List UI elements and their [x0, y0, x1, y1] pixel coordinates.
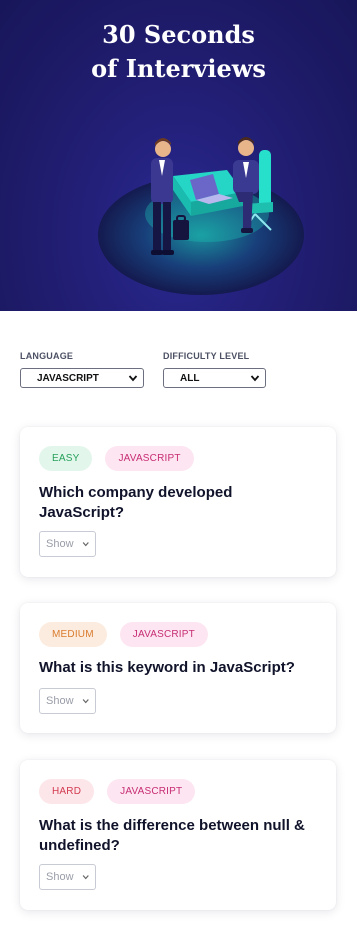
interview-illustration — [98, 137, 304, 295]
show-answer-label: Show — [46, 871, 74, 883]
difficulty-badge: MEDIUM — [39, 622, 107, 647]
page-title: 30 Seconds of Interviews — [0, 18, 357, 86]
show-answer-label: Show — [46, 695, 74, 707]
show-answer-button[interactable]: Show — [39, 531, 96, 557]
language-select-value: JAVASCRIPT — [37, 372, 99, 384]
title-line-2: of Interviews — [91, 54, 266, 83]
chevron-down-icon — [82, 875, 89, 880]
chevron-down-icon — [82, 699, 89, 704]
difficulty-filter-label: DIFFICULTY LEVEL — [163, 351, 250, 361]
difficulty-badge: HARD — [39, 779, 95, 804]
difficulty-select-value: ALL — [180, 372, 200, 384]
language-filter-label: LANGUAGE — [20, 351, 74, 361]
hero-banner: 30 Seconds of Interviews — [0, 0, 357, 311]
card-tags: MEDIUM JAVASCRIPT — [39, 622, 208, 647]
question-card: HARD JAVASCRIPT What is the difference b… — [20, 760, 336, 910]
show-answer-label: Show — [46, 538, 74, 550]
chevron-down-icon — [128, 375, 138, 382]
difficulty-filter: DIFFICULTY LEVEL ALL — [163, 349, 266, 388]
question-text: What is this keyword in JavaScript? — [39, 659, 295, 676]
difficulty-badge: EASY — [39, 446, 93, 471]
question-text: Which company developed JavaScript? — [39, 484, 233, 521]
language-badge: JAVASCRIPT — [107, 779, 196, 804]
card-tags: HARD JAVASCRIPT — [39, 779, 196, 804]
question-card: MEDIUM JAVASCRIPT What is this keyword i… — [20, 603, 336, 733]
chevron-down-icon — [250, 375, 260, 382]
card-tags: EASY JAVASCRIPT — [39, 446, 194, 471]
show-answer-button[interactable]: Show — [39, 688, 96, 714]
show-answer-button[interactable]: Show — [39, 864, 96, 890]
language-badge: JAVASCRIPT — [119, 622, 208, 647]
question-text: What is the difference between null & un… — [39, 817, 305, 854]
filters-bar: LANGUAGE JAVASCRIPT DIFFICULTY LEVEL ALL — [20, 349, 340, 393]
question-card: EASY JAVASCRIPT Which company developed … — [20, 427, 336, 577]
title-line-1: 30 Seconds — [102, 20, 255, 49]
language-select[interactable]: JAVASCRIPT — [20, 368, 144, 388]
language-filter: LANGUAGE JAVASCRIPT — [20, 349, 144, 388]
language-badge: JAVASCRIPT — [105, 446, 194, 471]
chevron-down-icon — [82, 542, 89, 547]
difficulty-select[interactable]: ALL — [163, 368, 266, 388]
